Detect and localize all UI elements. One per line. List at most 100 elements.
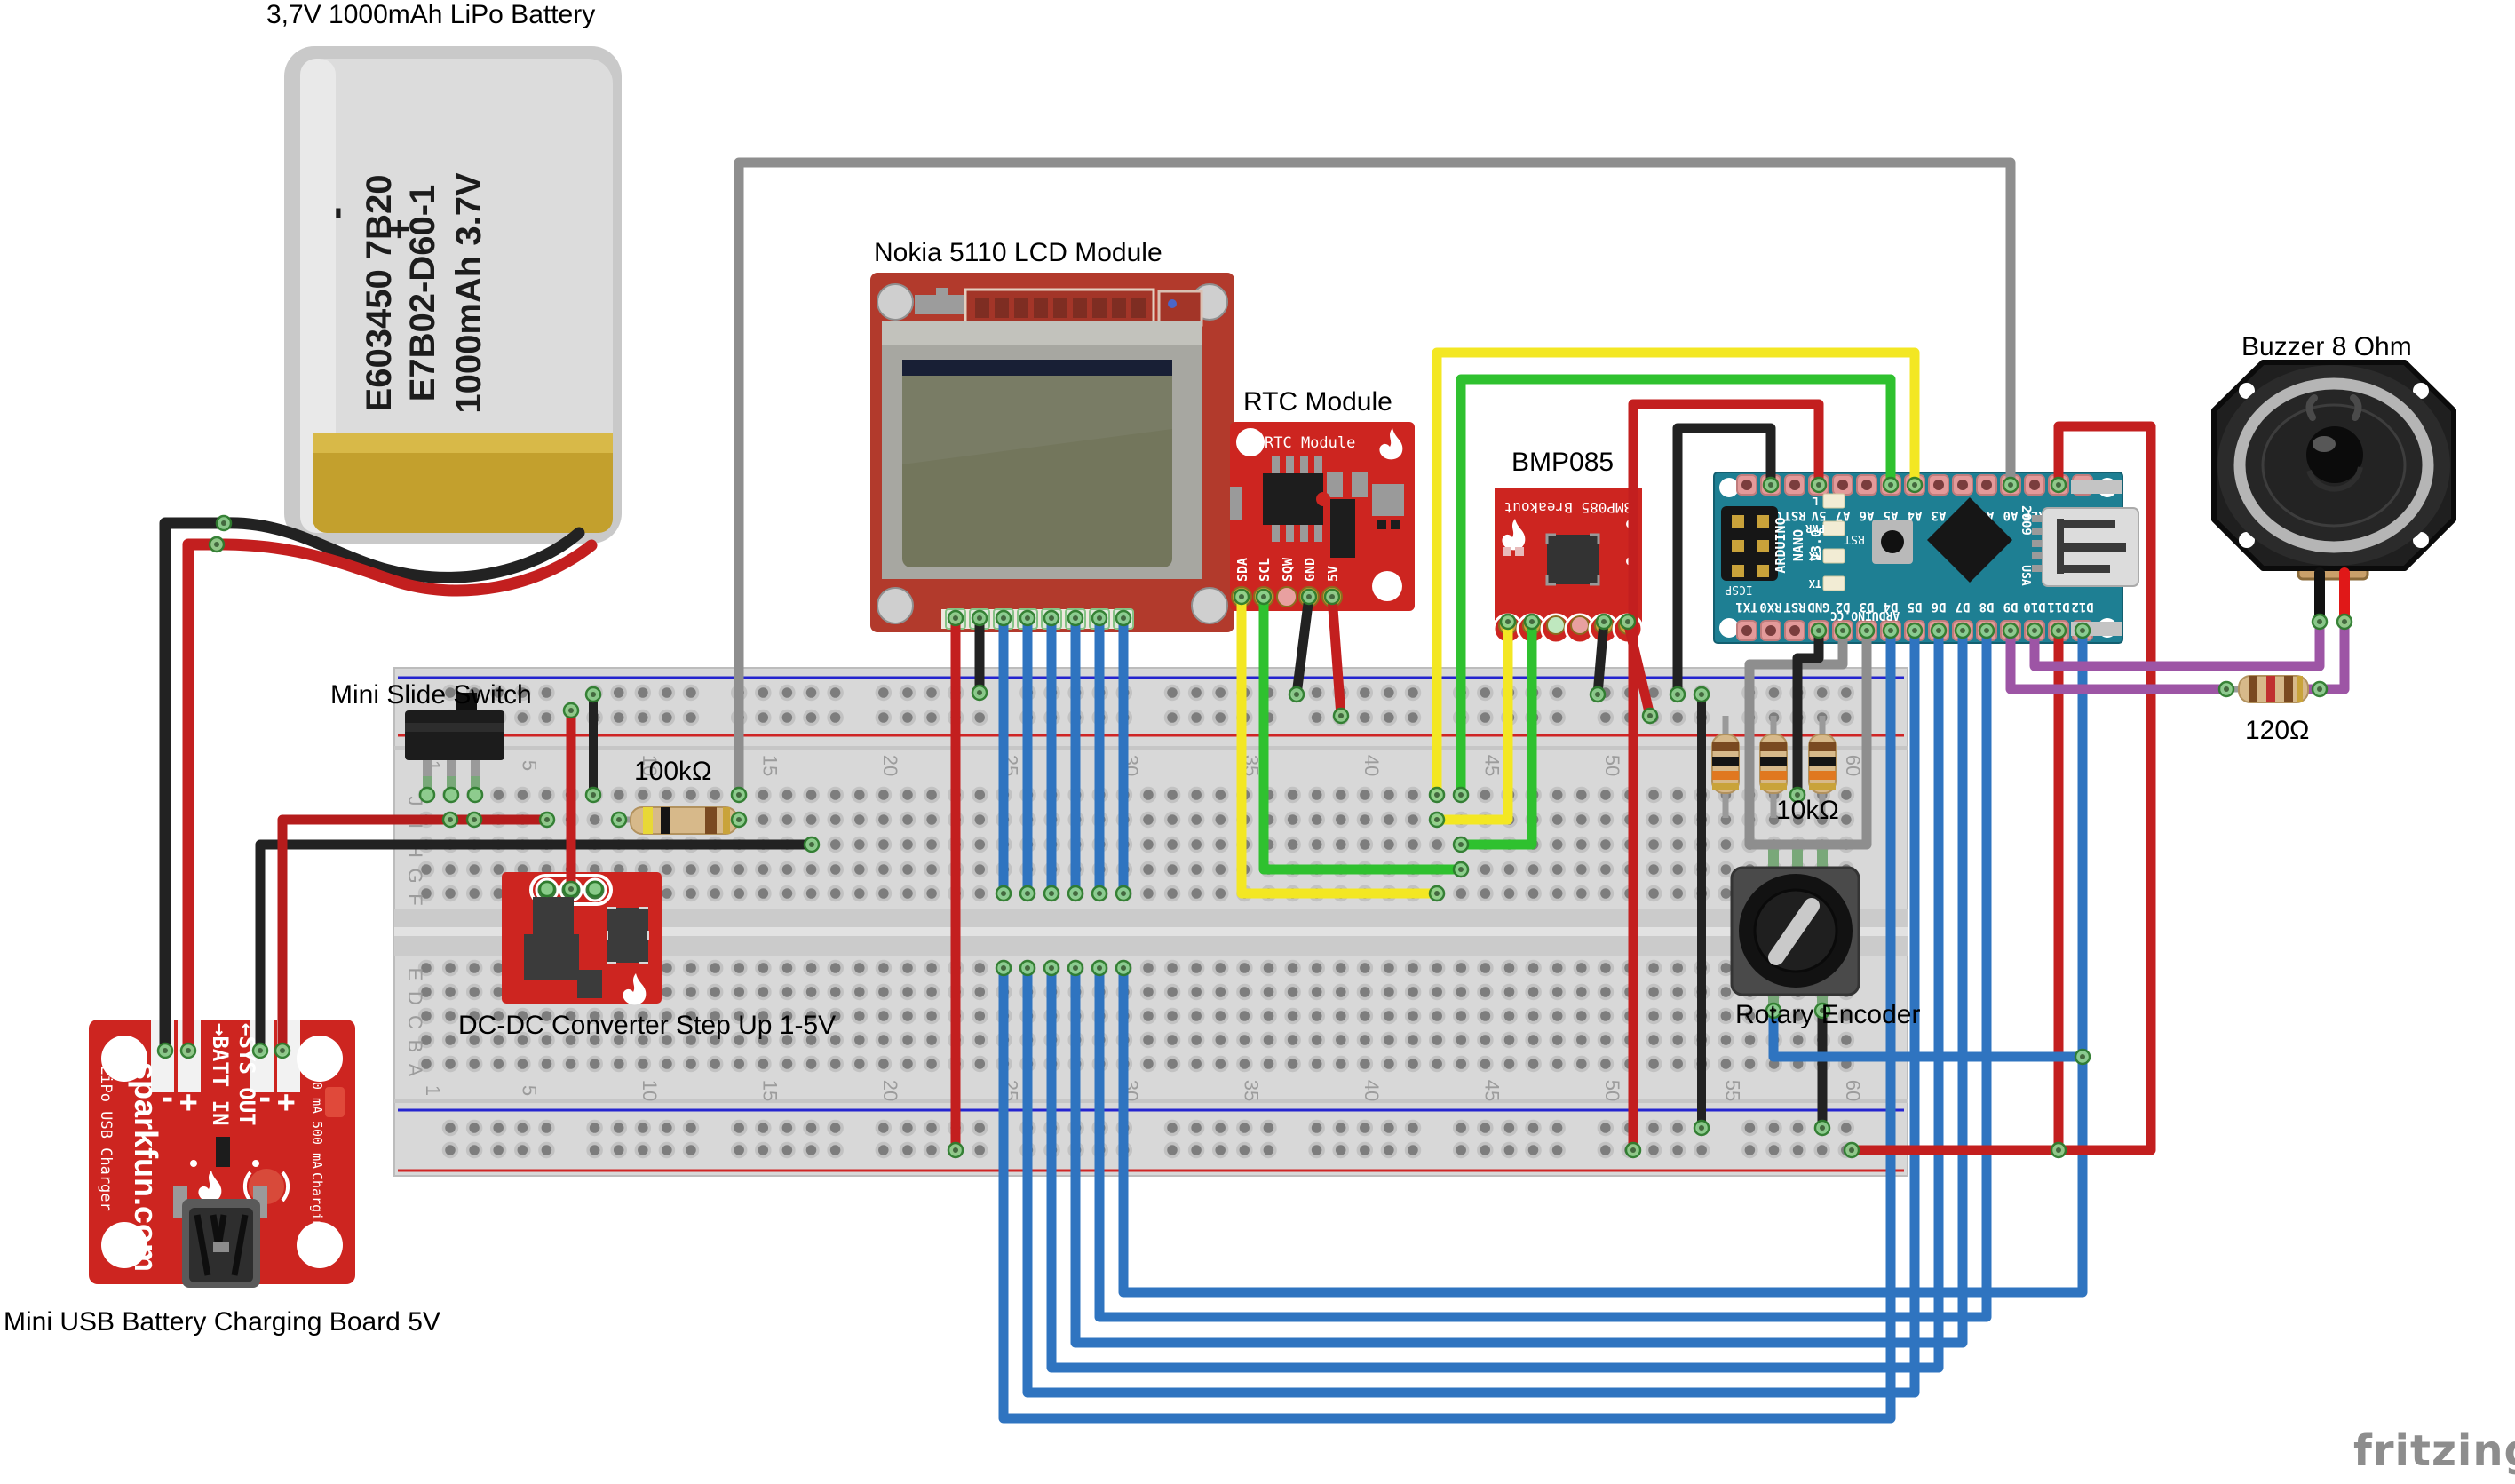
label-slide-switch[interactable]: Mini Slide Switch bbox=[330, 680, 532, 710]
rtc-silk-title: RTC Module bbox=[1265, 434, 1355, 452]
label-lcd[interactable]: Nokia 5110 LCD Module bbox=[874, 238, 1162, 267]
buzzer-dome bbox=[2306, 426, 2363, 483]
svg-text:RX: RX bbox=[1808, 550, 1821, 562]
connection-dot bbox=[468, 788, 482, 802]
label-bmp085[interactable]: BMP085 bbox=[1511, 448, 1614, 477]
svg-text:C: C bbox=[404, 1015, 426, 1029]
svg-text:5: 5 bbox=[518, 1085, 540, 1096]
nano-rst-label: RST bbox=[1844, 532, 1865, 545]
svg-text:RX0: RX0 bbox=[1759, 599, 1781, 614]
svg-text:D9: D9 bbox=[2003, 599, 2019, 614]
svg-text:45: 45 bbox=[1480, 1080, 1503, 1101]
nano-year-label: 2009 bbox=[2019, 505, 2033, 536]
battery-plus-mark: + bbox=[380, 218, 419, 239]
label-r10k[interactable]: 10kΩ bbox=[1776, 796, 1839, 825]
svg-text:B: B bbox=[404, 1040, 426, 1053]
bmp085-board[interactable]: BMP085 Breakout bbox=[1494, 488, 1642, 643]
resistor-120[interactable] bbox=[2239, 676, 2308, 702]
svg-text:20: 20 bbox=[879, 755, 901, 776]
svg-text:A: A bbox=[404, 1064, 426, 1077]
charger-neg1: - bbox=[158, 1081, 176, 1116]
svg-text:G: G bbox=[404, 868, 426, 883]
charger-100ma: 100 mA bbox=[309, 1066, 325, 1114]
svg-text:L: L bbox=[1812, 495, 1818, 507]
mini-usb-connector bbox=[182, 1199, 260, 1288]
svg-text:D12: D12 bbox=[2071, 599, 2093, 614]
svg-text:5V: 5V bbox=[1811, 508, 1826, 522]
fritzing-canvas: JIHGFEDCBA115510101515202025253030353540… bbox=[0, 0, 2515, 1484]
svg-text:D11: D11 bbox=[2047, 599, 2069, 614]
rtc-module-board[interactable]: RTC Module SDA SCL SQW GND 5V bbox=[1230, 422, 1415, 611]
buzzer-speaker[interactable] bbox=[2214, 362, 2454, 579]
nano-icsp-label: ICSP bbox=[1725, 583, 1752, 596]
charger-pos2: + bbox=[277, 1084, 295, 1120]
svg-text:TX1: TX1 bbox=[1735, 599, 1757, 614]
svg-text:10: 10 bbox=[639, 1080, 661, 1101]
svg-text:D7: D7 bbox=[1956, 599, 1971, 614]
svg-text:A6: A6 bbox=[1860, 508, 1875, 522]
charger-product: LiPo USB Charger bbox=[97, 1066, 115, 1211]
label-dcdc[interactable]: DC-DC Converter Step Up 1-5V bbox=[458, 1011, 836, 1040]
svg-text:50: 50 bbox=[1601, 755, 1623, 776]
svg-text:1: 1 bbox=[422, 1085, 444, 1096]
nano-site-label: ARDUINO.CC bbox=[1830, 608, 1900, 622]
label-r120[interactable]: 120Ω bbox=[2245, 716, 2309, 745]
svg-text:RST: RST bbox=[1783, 599, 1805, 614]
svg-text:55: 55 bbox=[1721, 1080, 1743, 1101]
dcdc-converter-board[interactable] bbox=[502, 872, 662, 1004]
svg-text:SCL: SCL bbox=[1257, 558, 1273, 582]
label-charger[interactable]: Mini USB Battery Charging Board 5V bbox=[4, 1307, 440, 1337]
usb-charger-board[interactable]: sparkfun.com LiPo USB Charger →BATT IN ←… bbox=[89, 1020, 355, 1288]
svg-text:PWR: PWR bbox=[1805, 522, 1824, 535]
svg-text:SDA: SDA bbox=[1234, 558, 1250, 582]
svg-text:20: 20 bbox=[879, 1080, 901, 1101]
nano-usb-connector bbox=[2032, 508, 2138, 586]
connection-dot bbox=[588, 882, 602, 896]
charger-charging-label: Charging bbox=[309, 1172, 325, 1236]
svg-text:45: 45 bbox=[1480, 755, 1503, 776]
rotary-encoder[interactable] bbox=[1732, 849, 1859, 1014]
nano-reset-button[interactable] bbox=[1872, 520, 1913, 564]
battery-print-line1: E603450 7B20 bbox=[360, 175, 399, 412]
svg-text:60: 60 bbox=[1842, 755, 1864, 776]
svg-text:5: 5 bbox=[518, 760, 540, 771]
connection-dot bbox=[420, 788, 434, 802]
charger-batt-in-label: →BATT IN bbox=[208, 1023, 233, 1126]
svg-text:GND: GND bbox=[1807, 599, 1829, 614]
svg-text:GND: GND bbox=[1302, 558, 1318, 582]
battery-minus-mark: - bbox=[313, 207, 357, 220]
bmp-silk-title: BMP085 Breakout bbox=[1504, 499, 1633, 516]
svg-text:A0: A0 bbox=[2003, 508, 2019, 522]
wire-d9-purple-b[interactable] bbox=[2306, 622, 2344, 689]
svg-text:D6: D6 bbox=[1932, 599, 1947, 614]
label-battery[interactable]: 3,7V 1000mAh LiPo Battery bbox=[266, 0, 595, 29]
svg-text:D: D bbox=[404, 991, 426, 1005]
label-buzzer[interactable]: Buzzer 8 Ohm bbox=[2241, 332, 2412, 361]
svg-text:40: 40 bbox=[1361, 755, 1383, 776]
label-r100k[interactable]: 100kΩ bbox=[634, 757, 711, 786]
svg-text:E: E bbox=[404, 968, 426, 981]
battery-print-line2: E7B02-D60-1 bbox=[403, 185, 442, 402]
svg-text:SQW: SQW bbox=[1280, 557, 1296, 582]
arduino-nano[interactable]: VINGNDRST5VA7A6A5A4A3A2A1A0REF3V3D13TX1R… bbox=[1714, 472, 2138, 643]
charger-500ma: 500 mA bbox=[309, 1121, 325, 1169]
nokia5110-lcd[interactable] bbox=[870, 273, 1234, 632]
connection-dot bbox=[444, 788, 458, 802]
svg-text:5V: 5V bbox=[1325, 566, 1341, 582]
resistors-10k[interactable] bbox=[1712, 734, 1836, 793]
svg-text:35: 35 bbox=[1240, 1080, 1262, 1101]
svg-text:15: 15 bbox=[758, 755, 781, 776]
svg-text:D8: D8 bbox=[1979, 599, 1995, 614]
svg-text:F: F bbox=[404, 893, 426, 905]
label-rtc[interactable]: RTC Module bbox=[1243, 387, 1392, 417]
resistor-100k[interactable] bbox=[631, 807, 737, 834]
svg-text:TX: TX bbox=[1808, 577, 1821, 590]
svg-text:40: 40 bbox=[1361, 1080, 1383, 1101]
charger-neg2: - bbox=[256, 1081, 274, 1116]
label-encoder[interactable]: Rotary Encoder bbox=[1735, 1000, 1920, 1029]
lipo-battery[interactable]: E603450 7B20 E7B02-D60-1 1000mAh 3.7V - … bbox=[284, 46, 622, 544]
rtc-ic-chip bbox=[1263, 473, 1323, 525]
wire-bmp-gnd-black[interactable] bbox=[1598, 622, 1604, 694]
svg-text:D10: D10 bbox=[2023, 599, 2045, 614]
svg-text:D5: D5 bbox=[1908, 599, 1923, 614]
